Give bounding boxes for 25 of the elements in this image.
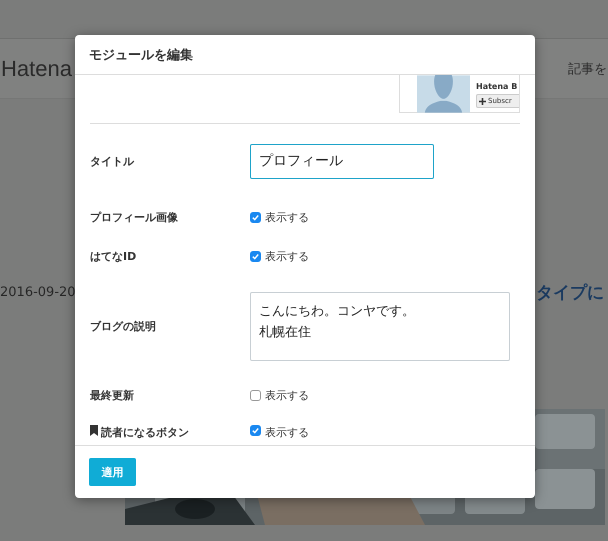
checkbox-label[interactable]: 表示する bbox=[265, 210, 309, 225]
title-input[interactable]: プロフィール bbox=[250, 144, 434, 178]
checkbox-label[interactable]: 表示する bbox=[265, 388, 309, 403]
dialog-title: モジュールを編集 bbox=[89, 46, 193, 64]
field-label: タイトル bbox=[90, 154, 134, 168]
checkbox-label[interactable]: 表示する bbox=[265, 249, 309, 264]
field-label: 最終更新 bbox=[90, 388, 134, 403]
field-label: ブログの説明 bbox=[90, 318, 156, 334]
description-line: こんにちわ。コンヤです。 bbox=[259, 302, 416, 320]
entry-date: 2016-09-20 bbox=[0, 284, 76, 300]
site-title[interactable]: Hatena bbox=[1, 56, 72, 82]
checkbox[interactable] bbox=[250, 425, 261, 436]
checkbox[interactable] bbox=[250, 212, 261, 223]
description-textarea[interactable]: こんにちわ。コンヤです。 札幌在住 bbox=[250, 292, 510, 360]
checkbox-label[interactable]: 表示する bbox=[265, 425, 309, 440]
field-label: はてなID bbox=[90, 249, 136, 264]
plus-icon bbox=[479, 98, 486, 104]
profile-name: Hatena B bbox=[476, 82, 518, 91]
description-line: 札幌在住 bbox=[259, 324, 312, 342]
header-link[interactable]: 記事を bbox=[568, 60, 608, 78]
checkbox[interactable] bbox=[250, 251, 261, 262]
field-label: 読者になるボタン bbox=[101, 425, 189, 440]
checkbox[interactable] bbox=[250, 390, 261, 401]
avatar-icon bbox=[417, 75, 470, 113]
field-label: プロフィール画像 bbox=[90, 210, 178, 225]
